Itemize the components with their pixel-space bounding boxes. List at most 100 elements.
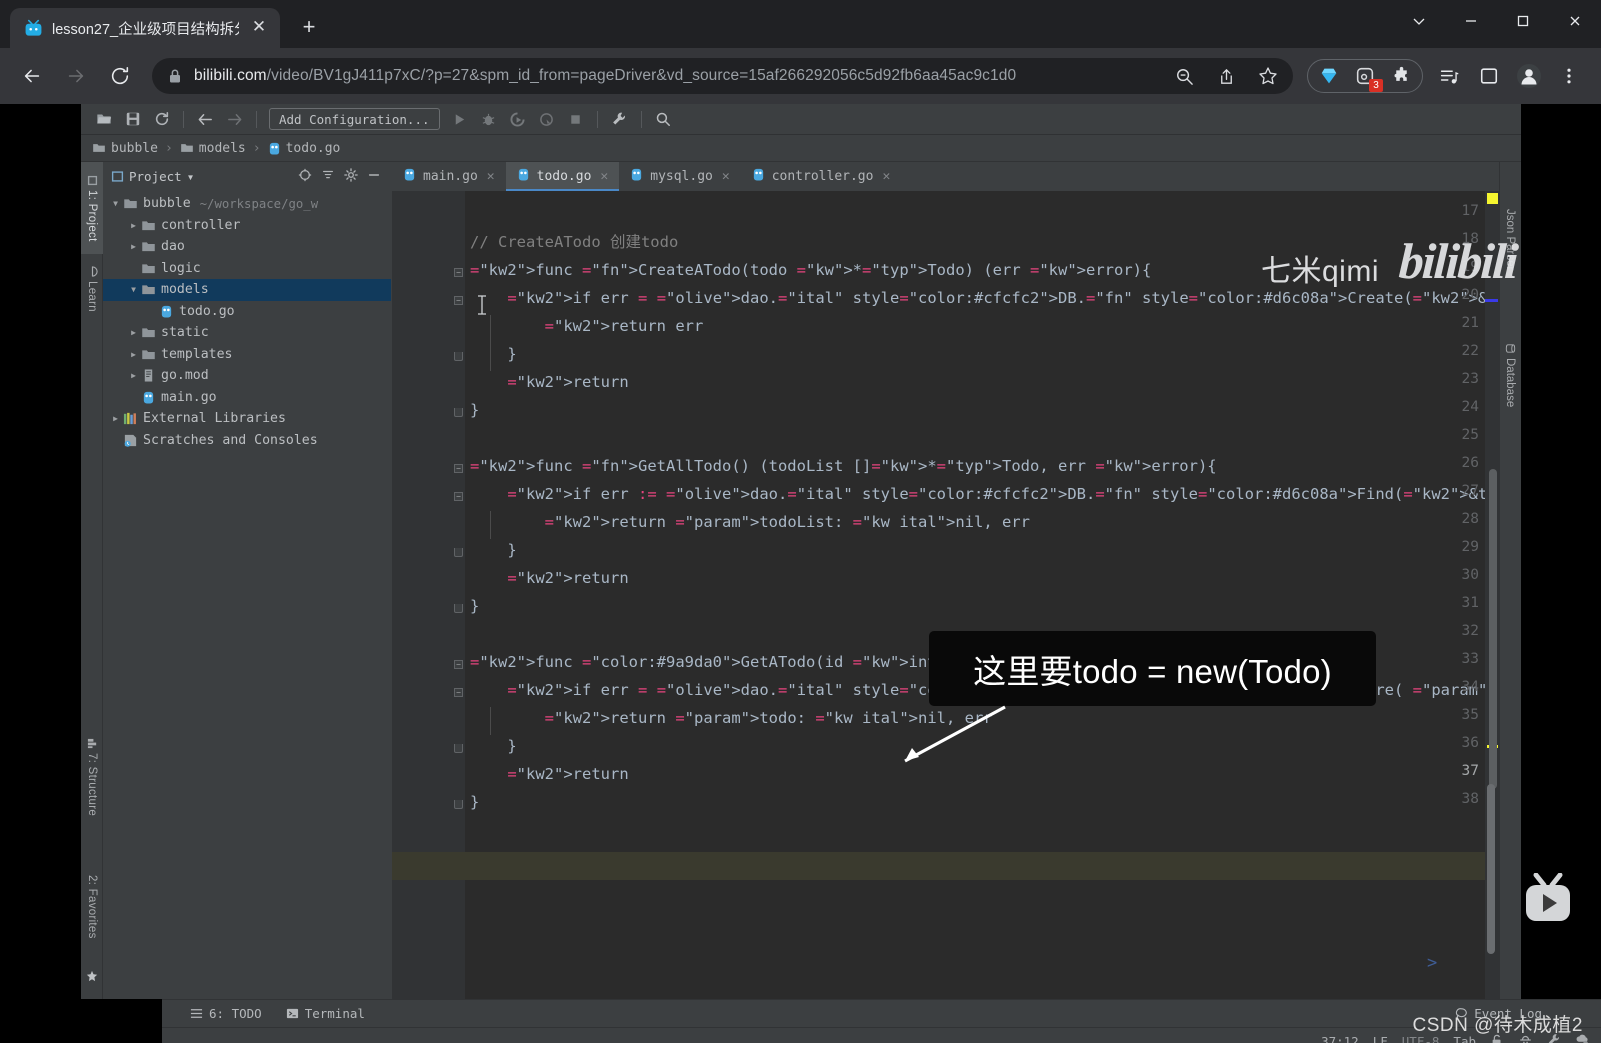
new-tab-button[interactable]: + — [294, 13, 324, 43]
code-line[interactable]: ="kw2">func ="fn">CreateATodo(todo ="kw"… — [470, 261, 1151, 280]
chevron-right-icon[interactable]: ▶ — [127, 328, 140, 337]
chevron-right-icon[interactable]: ▶ — [127, 371, 140, 380]
code-line[interactable]: } — [470, 541, 516, 560]
wrench-icon[interactable] — [606, 107, 633, 132]
project-panel-title-group[interactable]: Project ▾ — [111, 169, 194, 184]
editor-tab-main-go[interactable]: main.go ✕ — [392, 162, 506, 191]
code-line[interactable]: ="kw2">if err = ="olive">dao.="ital" sty… — [470, 289, 1521, 308]
chevron-right-icon[interactable]: ▶ — [127, 242, 140, 251]
chevron-right-icon[interactable]: ▶ — [109, 414, 122, 423]
media-playlist-icon[interactable] — [1429, 56, 1469, 96]
code-line[interactable]: ="kw2">if err := ="olive">dao.="ital" st… — [470, 485, 1521, 504]
tree-item-controller[interactable]: ▶ controller — [103, 215, 391, 237]
run-coverage-icon[interactable] — [504, 107, 531, 132]
tab-search-chevron-icon[interactable] — [1393, 0, 1445, 42]
sidebar-item-structure[interactable]: 7: Structure — [81, 722, 103, 832]
tree-item-dao[interactable]: ▶ dao — [103, 236, 391, 258]
fold-collapse-icon[interactable]: − — [454, 296, 463, 305]
editor-vertical-scrollbar[interactable] — [1489, 469, 1497, 789]
minimize-icon[interactable] — [1445, 0, 1497, 42]
breadcrumb-item-models[interactable]: models — [180, 141, 246, 156]
profile-avatar-icon[interactable] — [1509, 56, 1549, 96]
sidebar-item-favorites[interactable]: 2: Favorites — [81, 852, 103, 962]
code-line[interactable]: ="kw2">return — [470, 765, 628, 784]
code-line[interactable]: ="kw2">return ="param">todoList: ="kw it… — [470, 513, 1030, 532]
code-line[interactable]: ="kw2">return — [470, 569, 628, 588]
run-icon[interactable] — [446, 107, 473, 132]
tree-item-templates[interactable]: ▶ templates — [103, 344, 391, 366]
back-arrow-icon[interactable] — [192, 107, 219, 132]
caret-marker[interactable] — [1485, 299, 1498, 302]
address-bar[interactable]: bilibili.com/video/BV1gJ411p7xC/?p=27&sp… — [152, 58, 1293, 94]
chevron-down-icon[interactable]: ▾ — [187, 169, 195, 184]
editor-scrollbar-thumb[interactable] — [1487, 784, 1495, 954]
line-separator[interactable]: LF — [1373, 1034, 1388, 1043]
favorites-star-icon[interactable] — [86, 967, 98, 986]
reload-button[interactable] — [100, 56, 140, 96]
fold-collapse-icon[interactable]: − — [454, 464, 463, 473]
chevron-right-icon[interactable]: ▶ — [127, 350, 140, 359]
hide-panel-icon[interactable] — [367, 168, 381, 185]
fold-end-icon[interactable] — [454, 408, 463, 417]
sidebar-item-project[interactable]: 1: Project — [81, 162, 103, 254]
sidebar-item-learn[interactable]: Learn — [81, 258, 103, 320]
caret-position[interactable]: 37:12 — [1321, 1034, 1359, 1043]
maximize-icon[interactable] — [1497, 0, 1549, 42]
tree-item-scratches-and-consoles[interactable]: Scratches and Consoles — [103, 430, 391, 452]
code-line[interactable]: } — [470, 345, 516, 364]
editor-tab-close-icon[interactable]: ✕ — [722, 169, 730, 184]
fold-collapse-icon[interactable]: − — [454, 688, 463, 697]
tree-item-main-go[interactable]: main.go — [103, 387, 391, 409]
browser-tab[interactable]: lesson27_企业级项目结构拆分_ ✕ — [10, 8, 280, 48]
tool-window-todo[interactable]: 6: TODO — [190, 1006, 262, 1021]
code-line[interactable]: ="kw2">return — [470, 373, 628, 392]
profile-run-icon[interactable] — [533, 107, 560, 132]
code-line[interactable]: ="kw2">return err — [470, 317, 704, 336]
forward-button[interactable] — [56, 56, 96, 96]
zoom-out-icon[interactable] — [1163, 58, 1205, 94]
sync-icon[interactable] — [148, 107, 175, 132]
editor-tab-todo-go[interactable]: todo.go ✕ — [505, 162, 620, 191]
video-player-surface[interactable]: Add Configuration... bubble › models › t… — [0, 104, 1601, 1043]
editor-tab-controller-go[interactable]: controller.go ✕ — [741, 162, 902, 191]
code-line[interactable]: ="kw2">func ="fn">GetAllTodo() (todoList… — [470, 457, 1217, 476]
run-configuration-selector[interactable]: Add Configuration... — [269, 108, 440, 130]
tree-item-go-mod[interactable]: ▶ go.mod — [103, 365, 391, 387]
editor-tab-close-icon[interactable]: ✕ — [882, 169, 890, 184]
code-line[interactable]: } — [470, 597, 479, 616]
gear-icon[interactable] — [344, 168, 358, 185]
tool-window-terminal[interactable]: Terminal — [286, 1006, 365, 1021]
collapse-all-icon[interactable] — [321, 168, 335, 185]
fold-end-icon[interactable] — [454, 352, 463, 361]
code-editor[interactable]: // CreateATodo 创建todo ="kw2">func ="fn">C… — [392, 191, 1521, 999]
code-line[interactable]: } — [470, 793, 479, 812]
chevron-down-icon[interactable]: ▼ — [127, 285, 140, 294]
tree-item-todo-go[interactable]: todo.go — [103, 301, 391, 323]
project-tree[interactable]: ▼ bubble ~/workspace/go_w ▶ controller ▶ dao lo… — [103, 191, 391, 999]
tree-item-models[interactable]: ▼ models — [103, 279, 391, 301]
chevron-right-icon[interactable]: ▶ — [127, 221, 140, 230]
breadcrumb-item-bubble[interactable]: bubble — [92, 141, 158, 156]
chevron-down-icon[interactable]: ▼ — [109, 199, 122, 208]
tool-tab-database[interactable]: Database — [1499, 320, 1521, 430]
star-icon[interactable] — [1247, 58, 1289, 94]
diamond-extension-icon[interactable] — [1312, 61, 1346, 91]
puzzle-extensions-icon[interactable] — [1384, 61, 1418, 91]
code-line[interactable]: } — [470, 737, 516, 756]
bilibili-play-icon[interactable] — [1520, 872, 1576, 925]
warning-marker[interactable] — [1487, 193, 1498, 204]
back-button[interactable] — [12, 56, 52, 96]
search-everywhere-icon[interactable] — [650, 107, 677, 132]
locate-icon[interactable] — [298, 168, 312, 185]
tree-item-bubble[interactable]: ▼ bubble ~/workspace/go_w — [103, 193, 391, 215]
stop-icon[interactable] — [562, 107, 589, 132]
editor-tab-close-icon[interactable]: ✕ — [487, 169, 495, 184]
code-line[interactable]: } — [470, 401, 479, 420]
editor-tab-close-icon[interactable]: ✕ — [600, 169, 608, 184]
tree-item-logic[interactable]: logic — [103, 258, 391, 280]
chrome-menu-icon[interactable] — [1549, 56, 1589, 96]
breadcrumb-item-file[interactable]: todo.go — [268, 141, 340, 156]
editor-tab-mysql-go[interactable]: mysql.go ✕ — [619, 162, 740, 191]
tab-close-icon[interactable]: ✕ — [248, 17, 270, 39]
tree-item-static[interactable]: ▶ static — [103, 322, 391, 344]
